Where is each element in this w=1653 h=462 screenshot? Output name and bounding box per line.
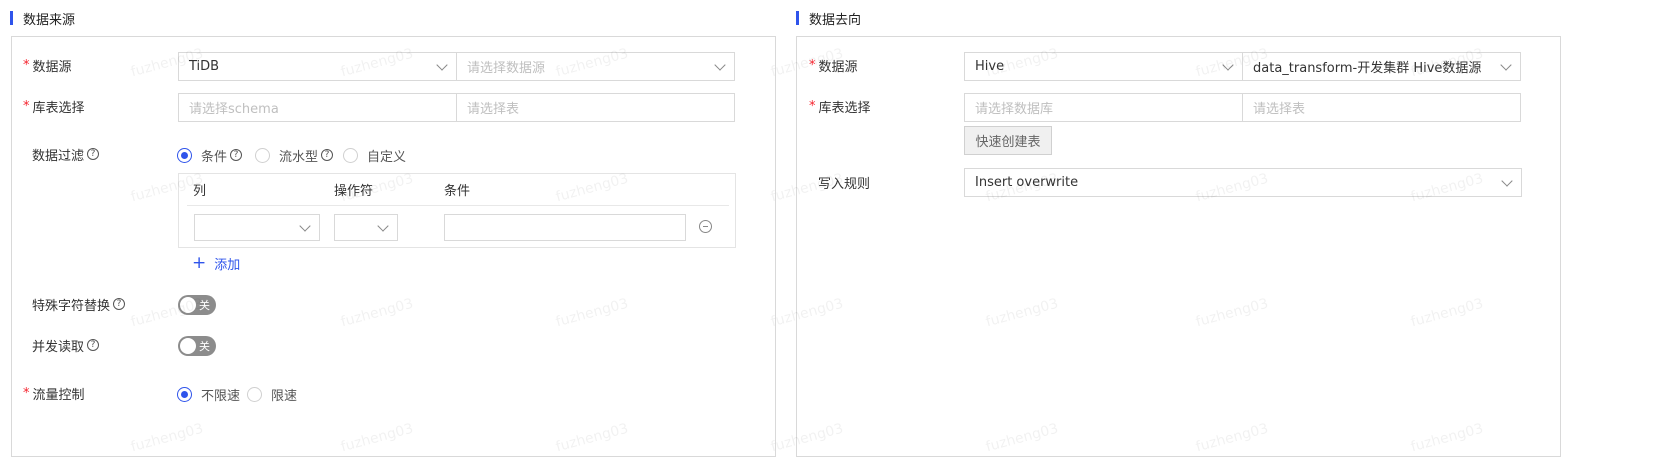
help-icon: ? [113,298,126,310]
source-datasource-label: * 数据源 [23,57,72,75]
concurrent-read-toggle[interactable]: 关 [178,336,216,356]
target-datasource-select[interactable]: data_transform-开发集群 Hive数据源 [1242,52,1521,81]
chevron-down-icon [1222,59,1234,71]
database-select[interactable]: 请选择数据库 [964,93,1243,122]
target-panel: * 数据源 Hive data_transform-开发集群 Hive数据源 * 库… [796,36,1561,457]
source-table-label: * 库表选择 [23,98,85,116]
quick-create-table-button[interactable]: 快速创建表 [964,126,1052,155]
add-filter-button[interactable]: + 添加 [192,253,240,274]
filter-radio-stream[interactable]: 流水型? [255,145,334,165]
chevron-down-icon [1500,59,1512,71]
target-table-label: * 库表选择 [809,98,871,116]
plus-icon: + [192,253,207,273]
schema-select[interactable]: 请选择schema [178,93,457,122]
column-header-condition: 条件 [444,184,471,199]
help-icon: ? [87,148,100,160]
column-header-col: 列 [193,184,207,199]
filter-radio-condition[interactable]: 条件? [177,145,243,165]
target-datasource-type-select[interactable]: Hive [964,52,1243,81]
remove-row-icon[interactable] [699,220,712,233]
chevron-down-icon [436,59,448,71]
concurrent-read-label: 并发读取? [32,335,100,355]
help-icon: ? [87,339,100,351]
filter-table: 列 操作符 条件 [178,173,736,248]
flow-radio-limited[interactable]: 限速 [247,384,297,404]
target-section-title: 数据去向 [796,9,861,28]
chevron-down-icon [377,220,389,232]
flow-radio-unlimited[interactable]: 不限速 [177,384,240,404]
source-table-select[interactable]: 请选择表 [456,93,735,122]
filter-operator-select[interactable] [334,214,398,241]
source-datasource-select[interactable]: 请选择数据源 [456,52,735,81]
column-header-operator: 操作符 [334,184,374,199]
chevron-down-icon [1501,175,1513,187]
help-icon: ? [230,149,243,161]
source-datasource-type-select[interactable]: TiDB [178,52,457,81]
write-rule-select[interactable]: Insert overwrite [964,168,1522,197]
filter-condition-input[interactable] [444,214,686,241]
special-char-label: 特殊字符替换? [32,294,126,314]
special-char-toggle[interactable]: 关 [178,295,216,315]
flow-control-label: * 流量控制 [23,385,85,403]
filter-label: 数据过滤? [32,144,100,164]
filter-column-select[interactable] [194,214,320,241]
target-datasource-label: * 数据源 [809,57,858,75]
source-section-title: 数据来源 [10,9,75,28]
filter-radio-custom[interactable]: 自定义 [343,145,406,165]
help-icon: ? [321,149,334,161]
source-panel: * 数据源 TiDB 请选择数据源 * 库表选择 请选择schema 请选择表 数据… [11,36,776,457]
target-table-select[interactable]: 请选择表 [1242,93,1521,122]
chevron-down-icon [299,220,311,232]
write-rule-label: 写入规则 [818,176,871,192]
chevron-down-icon [714,59,726,71]
